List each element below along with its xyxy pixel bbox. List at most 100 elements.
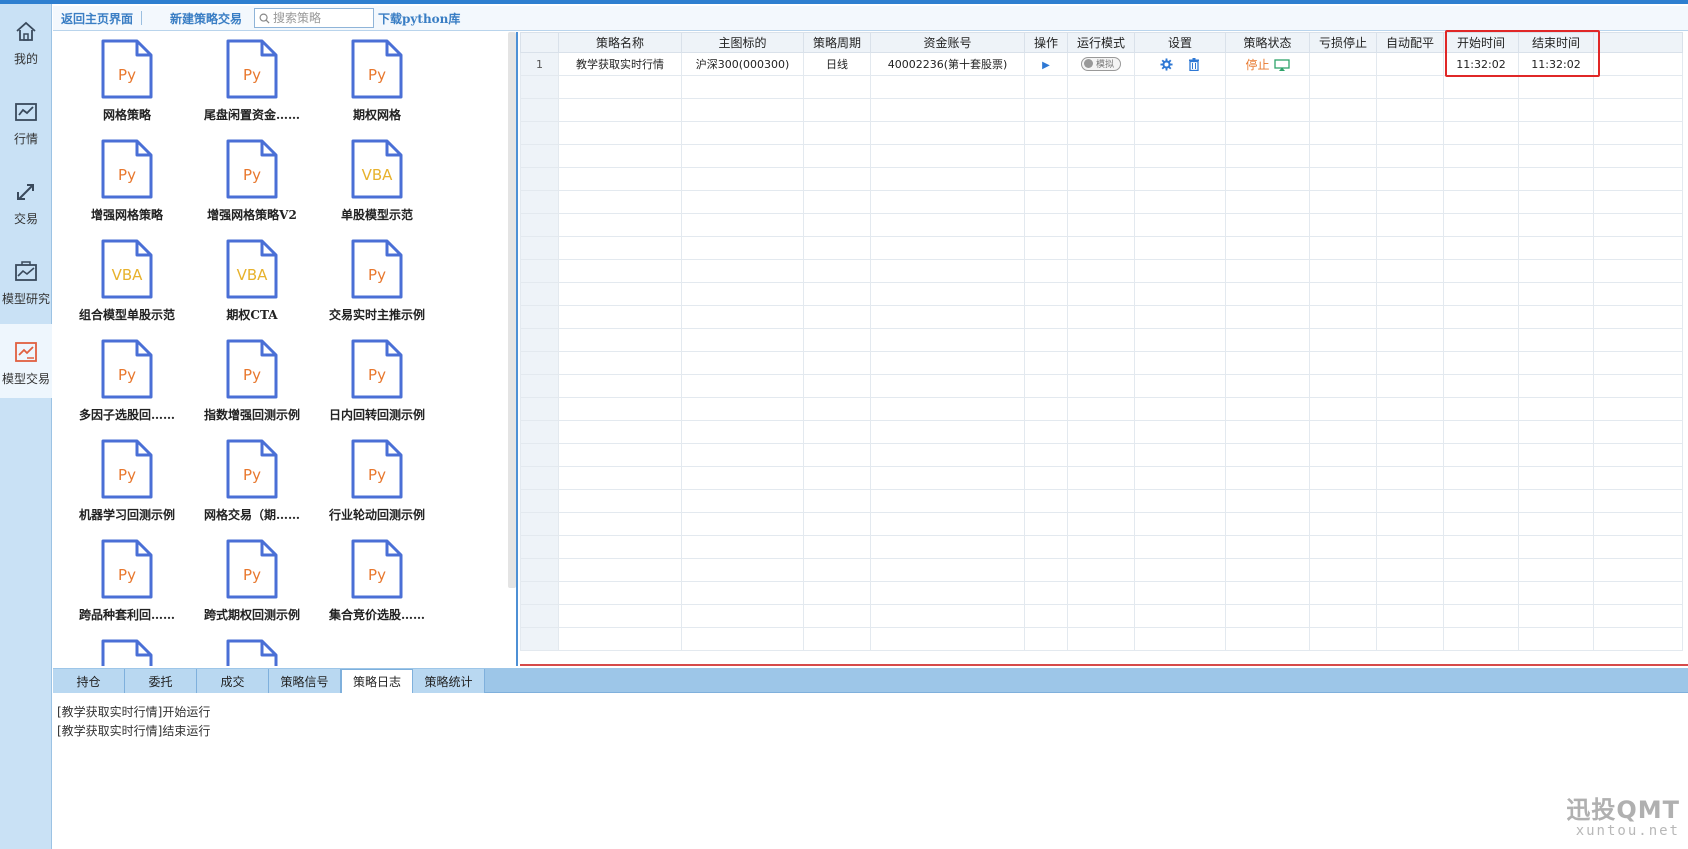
monitor-icon[interactable] <box>1273 59 1290 72</box>
empty-cell <box>1134 420 1226 444</box>
sidebar-item-trade[interactable]: 交易 <box>0 164 52 238</box>
col-header-period[interactable]: 策略周期 <box>803 32 871 53</box>
empty-cell <box>681 259 804 283</box>
empty-cell <box>803 604 871 628</box>
empty-cell <box>1593 190 1683 214</box>
strategy-item[interactable]: Py 机器学习回测示例 <box>65 438 189 534</box>
strategy-item[interactable]: Py 网格交易（期…… <box>190 438 314 534</box>
empty-cell <box>803 581 871 605</box>
empty-cell <box>803 627 871 651</box>
strategy-item[interactable]: VBA 期权CTA <box>190 238 314 334</box>
sidebar-item-market[interactable]: 行情 <box>0 84 52 158</box>
empty-cell <box>1024 190 1068 214</box>
empty-cell <box>870 489 1025 513</box>
empty-cell <box>1134 374 1226 398</box>
strategy-item[interactable]: Py 行业轮动回测示例 <box>315 438 439 534</box>
empty-cell <box>520 236 559 260</box>
empty-cell <box>1024 121 1068 145</box>
strategy-item[interactable] <box>190 638 314 666</box>
trash-icon[interactable] <box>1188 57 1200 71</box>
tab-positions[interactable]: 持仓 <box>53 669 125 693</box>
empty-cell <box>1225 121 1310 145</box>
empty-cell <box>803 443 871 467</box>
strategy-list-scrollbar[interactable] <box>508 32 516 588</box>
empty-cell <box>1443 305 1519 329</box>
empty-cell <box>558 489 682 513</box>
strategy-item[interactable]: Py 增强网格策略 <box>65 138 189 234</box>
col-header-mode[interactable]: 运行模式 <box>1067 32 1135 53</box>
empty-cell <box>681 374 804 398</box>
cell-start-time: 11:32:02 <box>1443 52 1519 76</box>
empty-cell <box>1518 328 1594 352</box>
empty-cell <box>1518 75 1594 99</box>
empty-cell <box>870 121 1025 145</box>
empty-cell <box>870 558 1025 582</box>
sidebar-item-mine[interactable]: 我的 <box>0 4 52 78</box>
new-strategy-link[interactable]: 新建策略交易 <box>142 10 250 27</box>
strategy-item[interactable]: Py 交易实时主推示例 <box>315 238 439 334</box>
strategy-item[interactable] <box>65 638 189 666</box>
strategy-item[interactable]: Py 跨式期权回测示例 <box>190 538 314 634</box>
empty-cell <box>520 374 559 398</box>
strategy-item[interactable]: Py 增强网格策略V2 <box>190 138 314 234</box>
strategy-item[interactable]: Py 集合竞价选股…… <box>315 538 439 634</box>
empty-table-row <box>520 305 1683 329</box>
empty-cell <box>1443 535 1519 559</box>
col-header-start-time[interactable]: 开始时间 <box>1443 32 1519 53</box>
watermark-title: 迅投QMT <box>1566 796 1680 824</box>
empty-cell <box>1518 282 1594 306</box>
col-header-auto-balance[interactable]: 自动配平 <box>1376 32 1444 53</box>
col-header-settings[interactable]: 设置 <box>1134 32 1226 53</box>
strategy-item[interactable]: Py 日内回转回测示例 <box>315 338 439 434</box>
empty-cell <box>870 305 1025 329</box>
col-header-loss-stop[interactable]: 亏损停止 <box>1309 32 1377 53</box>
download-python-link[interactable]: 下载python库 <box>378 10 468 27</box>
strategy-item[interactable]: VBA 单股模型示范 <box>315 138 439 234</box>
strategy-item[interactable]: Py 指数增强回测示例 <box>190 338 314 434</box>
tab-strategy-stats[interactable]: 策略统计 <box>413 669 485 693</box>
col-header-action[interactable]: 操作 <box>1024 32 1068 53</box>
sidebar-item-label: 我的 <box>13 52 38 66</box>
empty-cell <box>558 213 682 237</box>
empty-table-row <box>520 558 1683 582</box>
empty-cell <box>1309 190 1377 214</box>
sidebar-item-model-research[interactable]: 模型研究 <box>0 244 52 318</box>
col-header-symbol[interactable]: 主图标的 <box>681 32 804 53</box>
empty-cell <box>1443 558 1519 582</box>
table-row[interactable]: 1 教学获取实时行情 沪深300(000300) 日线 40002236(第十套… <box>520 52 1683 76</box>
back-home-link[interactable]: 返回主页界面 <box>53 10 141 27</box>
sidebar-item-model-trading[interactable]: 模型交易 <box>0 324 52 398</box>
strategy-item[interactable]: Py 网格策略 <box>65 38 189 134</box>
empty-cell <box>1376 75 1444 99</box>
empty-cell <box>1309 305 1377 329</box>
gear-icon[interactable] <box>1160 58 1173 71</box>
strategy-item[interactable]: Py 尾盘闲置资金…… <box>190 38 314 134</box>
empty-cell <box>1225 558 1310 582</box>
strategy-item[interactable]: Py 多因子选股回…… <box>65 338 189 434</box>
empty-cell <box>1518 305 1594 329</box>
empty-table-row <box>520 466 1683 490</box>
empty-cell <box>1518 558 1594 582</box>
python-file-icon: Py <box>225 438 279 500</box>
empty-cell <box>1593 558 1683 582</box>
strategy-item[interactable]: Py 期权网格 <box>315 38 439 134</box>
tab-orders[interactable]: 委托 <box>125 669 197 693</box>
mode-toggle[interactable]: 模拟 <box>1080 56 1121 71</box>
col-header-name[interactable]: 策略名称 <box>558 32 682 53</box>
strategy-name: 网格策略 <box>102 108 151 122</box>
strategy-name: 跨品种套利回…… <box>78 608 175 622</box>
strategy-item[interactable]: VBA 组合模型单股示范 <box>65 238 189 334</box>
tab-strategy-log[interactable]: 策略日志 <box>341 669 413 693</box>
col-header-account[interactable]: 资金账号 <box>870 32 1025 53</box>
col-header-end-time[interactable]: 结束时间 <box>1518 32 1594 53</box>
model-trading-icon <box>15 342 37 362</box>
search-input[interactable] <box>273 11 372 25</box>
tab-strategy-signals[interactable]: 策略信号 <box>269 669 341 693</box>
strategy-table: 策略名称 主图标的 策略周期 资金账号 操作 运行模式 设置 策略状态 亏损停止… <box>520 32 1683 651</box>
empty-cell <box>1225 144 1310 168</box>
strategy-item[interactable]: Py 跨品种套利回…… <box>65 538 189 634</box>
empty-cell <box>1593 305 1683 329</box>
play-icon[interactable]: ▶ <box>1042 60 1050 71</box>
col-header-status[interactable]: 策略状态 <box>1225 32 1310 53</box>
tab-deals[interactable]: 成交 <box>197 669 269 693</box>
